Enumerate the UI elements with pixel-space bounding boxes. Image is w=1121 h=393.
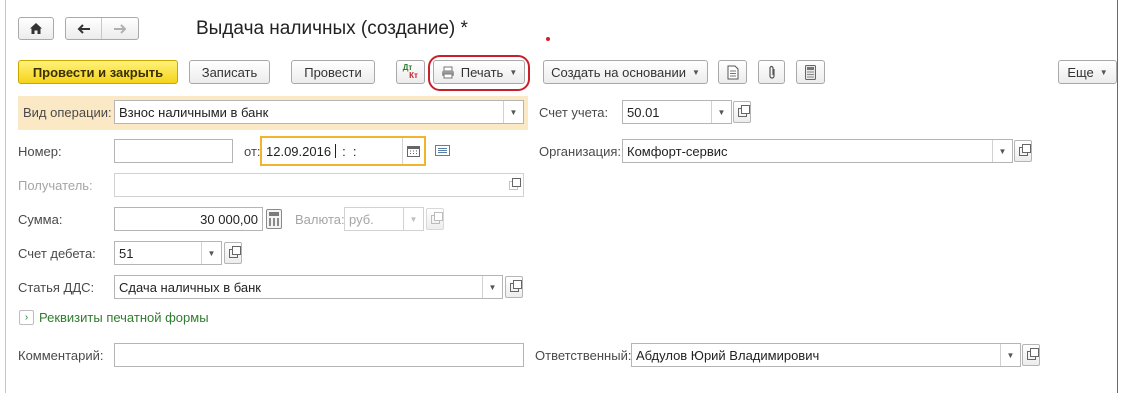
chevron-down-icon[interactable]: ▼ <box>482 276 502 298</box>
chevron-down-icon: ▼ <box>691 67 700 77</box>
currency-label: Валюта: <box>295 212 345 227</box>
home-button[interactable] <box>18 17 54 40</box>
responsible-value: Абдулов Юрий Владимирович <box>636 347 820 363</box>
open-icon <box>228 245 241 258</box>
open-icon <box>737 104 750 117</box>
chevron-down-icon[interactable]: ▼ <box>711 101 731 123</box>
responsible-open-button[interactable] <box>1022 344 1040 366</box>
attachments-button[interactable] <box>758 60 785 84</box>
date-input[interactable]: 12.09.2016 : : <box>261 137 425 165</box>
open-icon <box>508 177 521 190</box>
left-border <box>5 0 6 393</box>
forward-button[interactable] <box>102 18 138 39</box>
responsible-select[interactable]: Абдулов Юрий Владимирович ▼ <box>631 343 1021 367</box>
currency-open-button <box>426 208 444 230</box>
comment-label: Комментарий: <box>18 348 104 363</box>
chevron-down-icon[interactable]: ▼ <box>1000 344 1020 366</box>
document-icon <box>727 65 738 79</box>
cash-flow-item-label: Статья ДДС: <box>18 280 95 295</box>
journal-icon[interactable] <box>435 145 450 156</box>
post-button[interactable]: Провести <box>291 60 375 84</box>
print-label: Печать <box>460 64 504 80</box>
amount-input[interactable]: 30 000,00 <box>114 207 263 231</box>
organization-select[interactable]: Комфорт-сервис ▼ <box>622 139 1013 163</box>
calculator-icon <box>805 64 816 80</box>
more-label: Еще <box>1067 64 1094 80</box>
open-icon <box>509 279 522 292</box>
cash-flow-item-open-button[interactable] <box>505 276 523 298</box>
chevron-down-icon: ▼ <box>403 208 423 230</box>
back-button[interactable] <box>66 18 102 39</box>
operation-type-select[interactable]: Взнос наличными в банк ▼ <box>114 100 524 124</box>
history-navigation <box>65 17 139 40</box>
comment-input[interactable] <box>114 343 524 367</box>
debit-account-open-button[interactable] <box>224 242 242 264</box>
organization-label: Организация: <box>539 144 622 159</box>
account-label: Счет учета: <box>539 105 609 120</box>
time-value: : : <box>342 143 357 159</box>
chevron-down-icon[interactable]: ▼ <box>503 101 523 123</box>
cash-flow-item-value: Сдача наличных в банк <box>119 279 261 295</box>
open-icon <box>1018 143 1031 156</box>
organization-value: Комфорт-сервис <box>627 143 728 159</box>
number-input[interactable] <box>114 139 233 163</box>
paperclip-icon <box>768 65 775 79</box>
home-icon <box>30 23 42 34</box>
operation-type-label: Вид операции: <box>23 105 112 120</box>
arrow-left-icon <box>77 23 90 34</box>
recipient-label: Получатель: <box>18 178 93 193</box>
recipient-open-button <box>503 177 523 190</box>
amount-label: Сумма: <box>18 212 63 227</box>
print-details-link[interactable]: Реквизиты печатной формы <box>39 310 209 325</box>
calculator-icon[interactable] <box>266 209 282 229</box>
open-icon <box>1026 347 1039 360</box>
printer-icon <box>441 66 454 78</box>
annotation-dot <box>546 37 550 41</box>
account-select[interactable]: 50.01 ▼ <box>622 100 732 124</box>
page-title: Выдача наличных (создание) * <box>196 18 468 39</box>
debit-account-select[interactable]: 51 ▼ <box>114 241 222 265</box>
calendar-button[interactable] <box>402 138 424 164</box>
document-button[interactable] <box>718 60 747 84</box>
open-icon <box>430 211 443 224</box>
recipient-input <box>114 173 524 197</box>
debit-account-value: 51 <box>119 245 134 261</box>
number-label: Номер: <box>18 144 62 159</box>
create-based-on-button[interactable]: Создать на основании ▼ <box>543 60 708 84</box>
right-border <box>1117 0 1118 393</box>
calendar-icon <box>407 145 420 157</box>
chevron-down-icon[interactable]: ▼ <box>992 140 1012 162</box>
operation-type-value: Взнос наличными в банк <box>119 104 269 120</box>
text-cursor <box>335 144 337 158</box>
debit-account-label: Счет дебета: <box>18 246 96 261</box>
print-button[interactable]: Печать ▼ <box>433 60 525 84</box>
organization-open-button[interactable] <box>1014 140 1032 162</box>
account-value: 50.01 <box>627 104 660 120</box>
date-value: 12.09.2016 <box>266 143 332 159</box>
more-button[interactable]: Еще ▼ <box>1058 60 1117 84</box>
arrow-right-icon <box>114 23 127 34</box>
chevron-down-icon: ▼ <box>1099 67 1108 77</box>
responsible-label: Ответственный: <box>535 348 632 363</box>
kt-label: Кт <box>409 71 418 80</box>
account-open-button[interactable] <box>733 101 751 123</box>
post-and-close-button[interactable]: Провести и закрыть <box>18 60 178 84</box>
chevron-down-icon: ▼ <box>509 67 518 77</box>
currency-select: руб. ▼ <box>344 207 424 231</box>
date-label: от: <box>244 144 261 159</box>
amount-value: 30 000,00 <box>200 211 258 227</box>
dt-kt-button[interactable]: Дт Кт <box>396 60 425 84</box>
currency-value: руб. <box>349 211 374 227</box>
chevron-down-icon[interactable]: ▼ <box>201 242 221 264</box>
calculator-button[interactable] <box>796 60 825 84</box>
save-button[interactable]: Записать <box>189 60 270 84</box>
create-based-on-label: Создать на основании <box>551 64 686 80</box>
cash-flow-item-select[interactable]: Сдача наличных в банк ▼ <box>114 275 503 299</box>
expand-chevron-icon[interactable]: › <box>19 310 34 325</box>
